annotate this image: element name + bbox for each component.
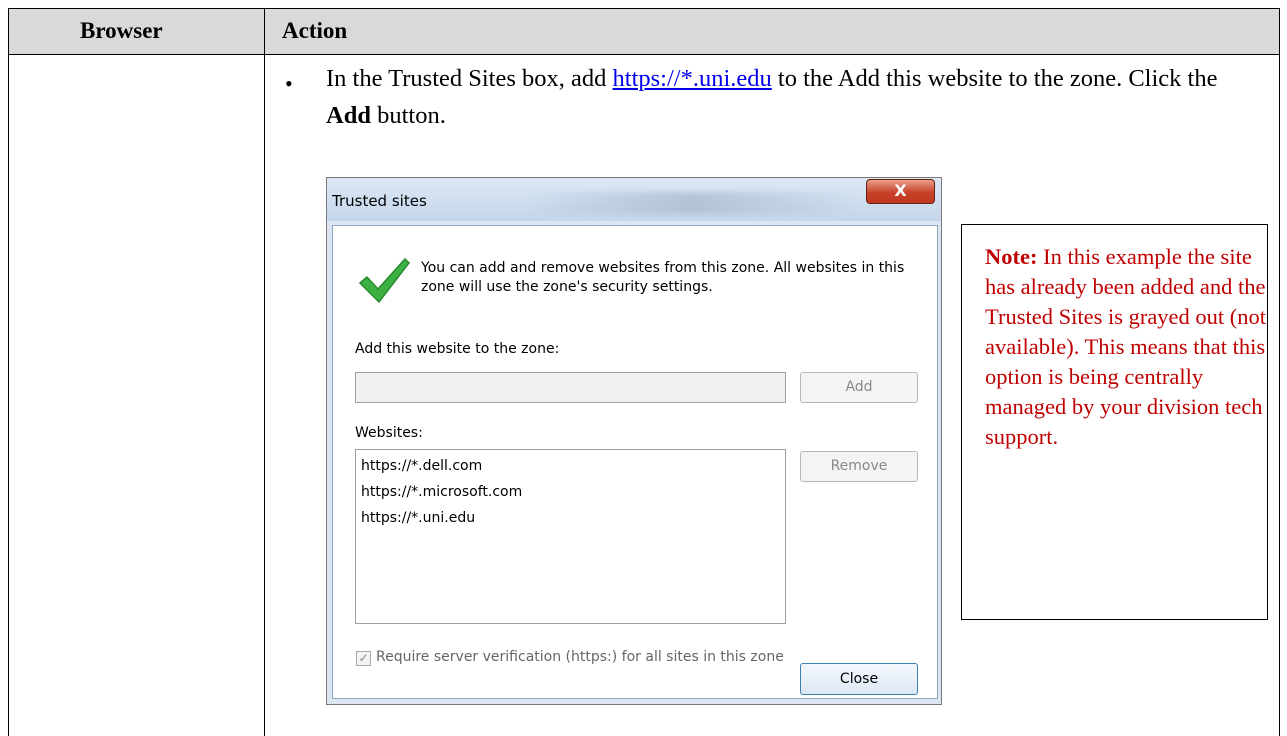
bullet: • xyxy=(285,71,293,96)
header-browser: Browser xyxy=(80,18,163,43)
instruction-middle: to the Add this website to the zone. Cli… xyxy=(777,65,1218,92)
instruction-bold-add: Add xyxy=(326,102,371,129)
add-website-input[interactable] xyxy=(355,372,786,403)
titlebar-blur xyxy=(527,192,857,214)
remove-button[interactable]: Remove xyxy=(800,451,918,482)
trusted-sites-dialog: Trusted sites X You can add and remove w… xyxy=(326,177,942,705)
websites-label: Websites: xyxy=(355,425,423,441)
note-box: Note: In this example the site has alrea… xyxy=(961,224,1268,620)
instruction-prefix: In the Trusted Sites box, add xyxy=(326,65,607,92)
list-item[interactable]: https://*.uni.edu xyxy=(361,505,780,531)
list-item[interactable]: https://*.microsoft.com xyxy=(361,479,780,505)
close-button[interactable]: Close xyxy=(800,663,918,695)
table-border-top xyxy=(8,8,1280,9)
server-verification-checkbox[interactable]: ✓ xyxy=(356,651,371,666)
dialog-titlebar: Trusted sites X xyxy=(327,178,941,221)
note-text: In this example the site has already bee… xyxy=(985,244,1267,449)
table-header-row xyxy=(9,9,1279,54)
dialog-body: You can add and remove websites from thi… xyxy=(332,225,938,699)
add-website-label: Add this website to the zone: xyxy=(355,341,560,357)
instruction-suffix: button. xyxy=(377,102,446,129)
checkmark-icon xyxy=(358,257,410,304)
dialog-title: Trusted sites xyxy=(332,192,427,210)
list-item[interactable]: https://*.dell.com xyxy=(361,453,780,479)
server-verification-label: Require server verification (https:) for… xyxy=(376,649,784,665)
note-label: Note: xyxy=(985,244,1038,269)
close-icon[interactable]: X xyxy=(866,179,935,204)
table-border-left xyxy=(8,8,9,736)
header-action: Action xyxy=(282,18,348,43)
websites-list[interactable]: https://*.dell.com https://*.microsoft.c… xyxy=(355,449,786,624)
table-border-header-bottom xyxy=(8,54,1280,55)
table-border-divider xyxy=(264,8,265,736)
add-button[interactable]: Add xyxy=(800,372,918,403)
uni-edu-link[interactable]: https://*.uni.edu xyxy=(613,65,772,92)
dialog-description: You can add and remove websites from thi… xyxy=(421,260,905,295)
instruction-text: In the Trusted Sites box, add https://*.… xyxy=(326,60,1256,134)
table-border-right xyxy=(1279,8,1280,736)
